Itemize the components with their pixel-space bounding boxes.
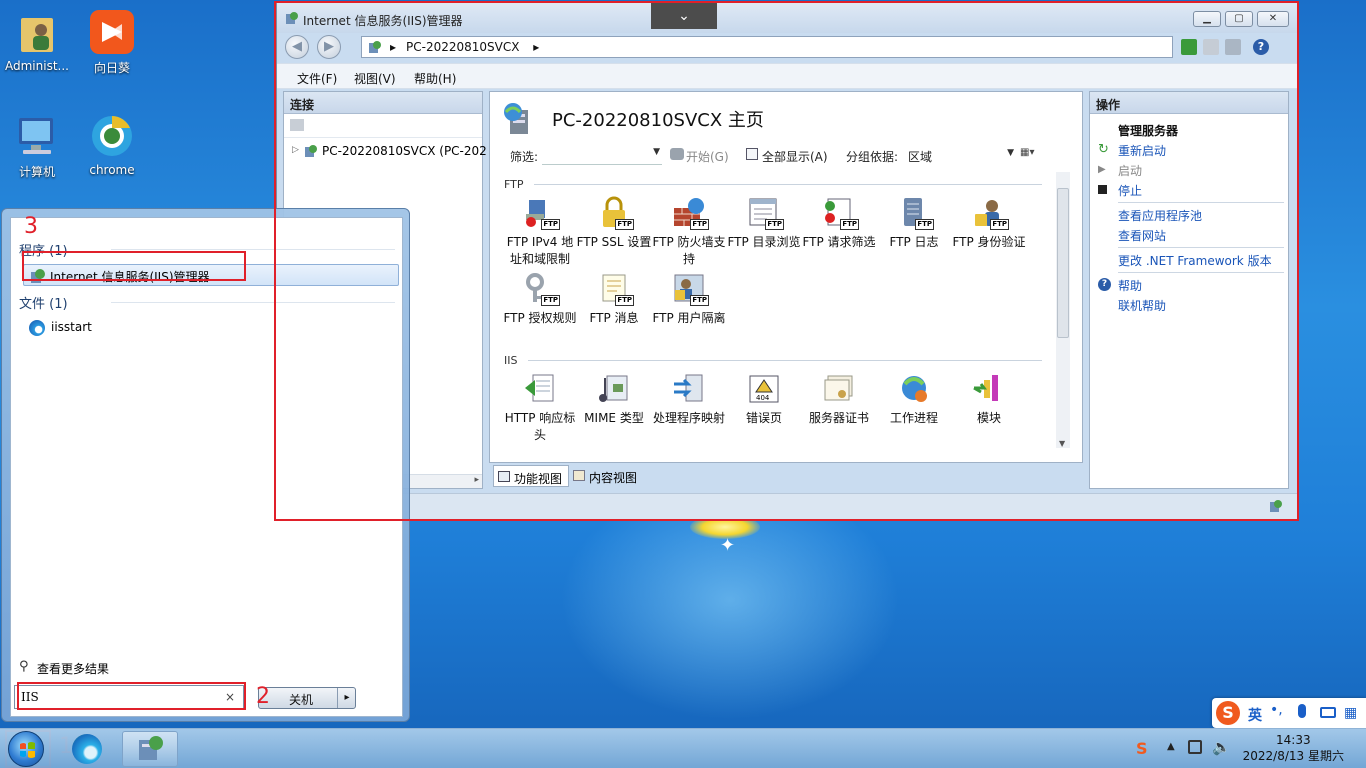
computer-icon	[13, 112, 61, 160]
shutdown-label: 关机	[289, 693, 314, 707]
annotation-label-3: 3	[24, 214, 38, 239]
annotation-box-search	[17, 682, 246, 710]
annotation-label-2: 2	[256, 684, 270, 709]
show-hidden-icons[interactable]: ▲	[1167, 741, 1175, 752]
punctuation-icon[interactable]: •,	[1270, 702, 1283, 718]
keyboard-icon[interactable]	[1320, 707, 1336, 718]
windows-logo-icon	[20, 742, 35, 758]
taskbar: S ▲ 🔈 14:33 2022/8/13 星期六	[0, 728, 1366, 768]
file-result-iisstart[interactable]: iisstart	[23, 318, 223, 338]
grid-icon[interactable]: ▦	[1344, 705, 1357, 721]
files-header: 文件 (1)	[19, 297, 68, 312]
taskbar-iis-button[interactable]	[122, 731, 178, 767]
desktop-icon-computer[interactable]: 计算机	[0, 112, 74, 180]
edge-icon	[72, 734, 102, 764]
sogou-tray-icon[interactable]: S	[1136, 739, 1148, 758]
more-results-label: 查看更多结果	[37, 662, 110, 676]
desktop-icon-administrator[interactable]: Administ...	[0, 8, 74, 73]
wallpaper-sparkle: ✦	[720, 535, 736, 556]
clock-time: 14:33	[1276, 733, 1311, 747]
network-icon[interactable]	[1188, 740, 1202, 754]
edge-icon	[29, 320, 45, 336]
desktop-icon-label: 向日葵	[93, 61, 130, 75]
ime-toolbar[interactable]: S 英 •, ▦	[1212, 698, 1366, 728]
desktop-icon-label: 计算机	[18, 165, 55, 179]
desktop-icon-chrome[interactable]: chrome	[75, 112, 149, 177]
sogou-icon: S	[1216, 701, 1240, 725]
clock[interactable]: 14:33 2022/8/13 星期六	[1243, 732, 1344, 764]
iis-app-icon	[139, 736, 163, 760]
desktop-icon-sunlogin[interactable]: 向日葵	[75, 8, 149, 76]
file-result-label: iisstart	[51, 320, 92, 334]
annotation-box-program	[22, 251, 246, 281]
user-folder-icon	[13, 8, 61, 56]
volume-icon[interactable]: 🔈	[1212, 738, 1231, 756]
annotation-box-iis-window	[274, 1, 1299, 521]
shutdown-options-button[interactable]: ▸	[337, 688, 356, 708]
desktop-icon-label: Administ...	[5, 59, 69, 73]
more-results-link[interactable]: ⚲ 查看更多结果	[19, 659, 219, 679]
chrome-icon	[88, 112, 136, 160]
ime-language[interactable]: 英	[1248, 705, 1262, 725]
windows-start-button[interactable]	[8, 731, 44, 767]
microphone-icon[interactable]	[1298, 704, 1306, 718]
shutdown-button[interactable]: 关机 ▸	[258, 687, 356, 709]
search-icon: ⚲	[19, 659, 29, 674]
sunlogin-icon	[88, 8, 136, 56]
desktop-icon-label: chrome	[89, 163, 135, 177]
clock-date: 2022/8/13 星期六	[1242, 749, 1344, 763]
taskbar-edge-button[interactable]	[70, 733, 104, 765]
